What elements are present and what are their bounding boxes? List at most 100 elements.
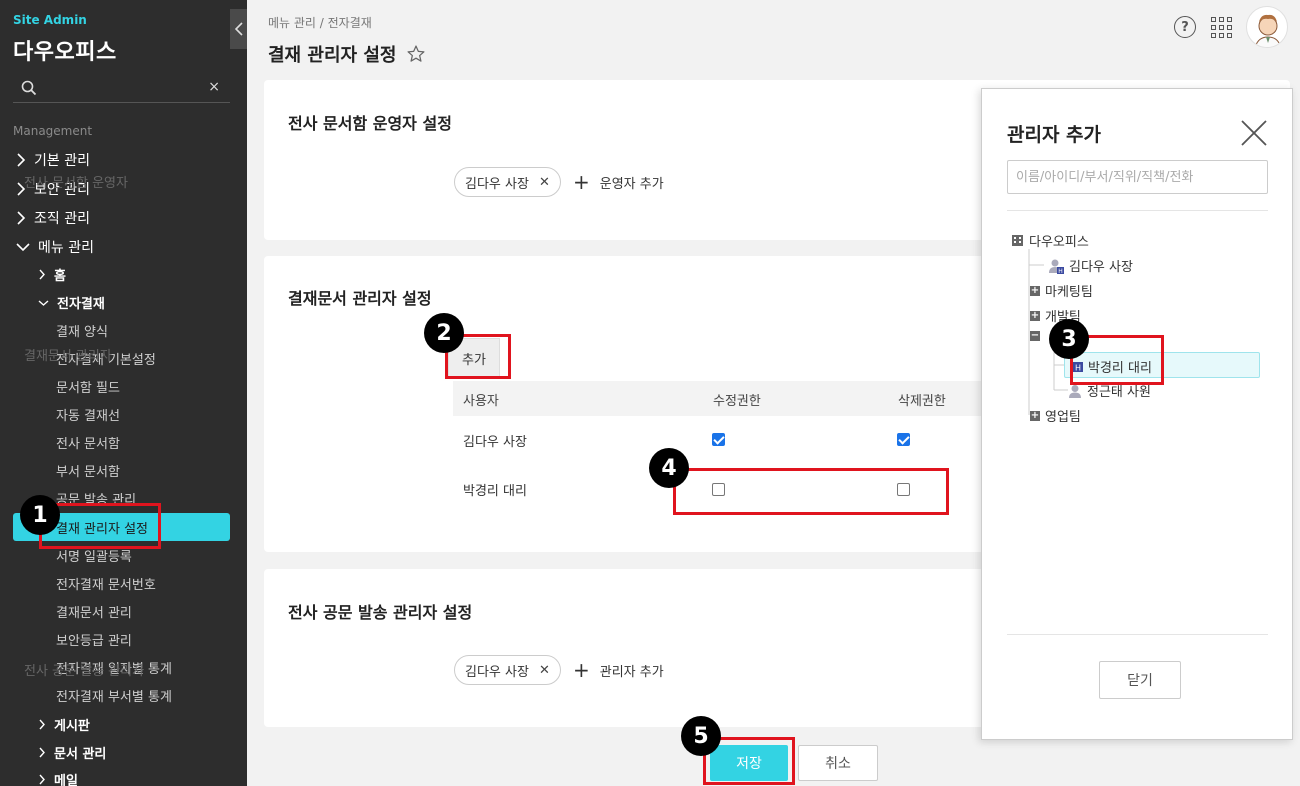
sidebar-leaf[interactable]: 문서함 필드 [56,377,120,396]
table-row: 김다우 사장 [453,422,983,462]
chevron-down-icon [38,299,49,306]
divider [1007,634,1268,635]
chevron-right-icon [17,211,26,225]
sidebar-sub-label: 문서 관리 [54,747,107,762]
star-icon[interactable] [406,44,426,64]
section-label-management: Management [13,124,93,138]
sidebar-sub-docs[interactable]: 문서 관리 [38,743,106,762]
sidebar-item-label: 조직 관리 [34,211,90,227]
page-title-text: 결재 관리자 설정 [268,45,397,66]
tree-node-label: 영업팀 [1045,410,1081,425]
add-operator-label: 운영자 추가 [599,176,664,192]
tree-node-label: 마케팅팀 [1045,285,1093,300]
chevron-right-icon [39,774,45,785]
sidebar-leaf[interactable]: 전사 문서함 [56,433,120,452]
chevron-left-icon [234,22,243,36]
brand-logo-text: 다우오피스 [13,40,117,65]
sidebar-item-label: 기본 관리 [34,153,90,169]
user-chip-label: 김다우 사장 [465,664,529,680]
svg-text:H: H [1058,268,1063,274]
clear-search-icon[interactable]: × [208,79,220,95]
tree-node-label: 김다우 사장 [1069,260,1133,275]
section-title: 전사 문서함 운영자 설정 [288,114,452,133]
sidebar-leaf[interactable]: 전자결재 부서별 통계 [56,686,172,705]
tree-node-user[interactable]: H 김다우 사장 [1048,256,1133,275]
section-title: 결재문서 관리자 설정 [288,289,432,308]
sidebar-leaf[interactable]: 결재 양식 [56,321,108,340]
chevron-right-icon [39,747,45,758]
add-admin-link[interactable]: + 관리자 추가 [573,658,664,682]
user-icon: H [1049,259,1064,274]
tree-node-dept[interactable]: + 영업팀 [1030,406,1081,425]
user-avatar-icon [1254,14,1282,47]
annotation-badge: 5 [681,716,721,756]
column-header: 사용자 [463,394,499,409]
sidebar-leaf[interactable]: 결재문서 관리 [56,602,132,621]
annotation-badge: 2 [424,313,464,353]
help-icon[interactable]: ? [1174,16,1196,38]
user-chip-label: 김다우 사장 [465,176,529,192]
sidebar-sub-mail[interactable]: 메일 [38,770,78,786]
user-cell: 김다우 사장 [463,435,527,450]
column-header: 수정권한 [713,394,761,409]
sidebar-leaf[interactable]: 자동 결재선 [56,405,120,424]
avatar[interactable] [1246,6,1288,48]
user-cell: 박경리 대리 [463,484,527,499]
expand-icon[interactable]: + [1030,285,1040,296]
add-admin-label: 관리자 추가 [599,664,664,680]
apps-grid-icon[interactable] [1210,16,1232,38]
building-icon [1012,235,1023,246]
sidebar-sub-label: 게시판 [54,719,90,734]
add-admin-panel: 관리자 추가 다우오피스 H 김다우 사장 + 마케팅팀 + 개발팀 − H 박… [981,88,1293,740]
sidebar-sub-label: 홈 [54,269,66,284]
delete-permission-checkbox[interactable] [897,433,910,446]
sidebar-item-label: 메뉴 관리 [38,240,94,256]
tree-node-dept-expanded[interactable]: − [1030,331,1040,341]
sidebar-sub-approval[interactable]: 전자결재 [38,293,105,312]
chevron-right-icon [17,153,26,167]
chevron-down-icon [16,243,30,252]
sidebar-collapse-button[interactable] [230,9,247,49]
column-header: 삭제권한 [898,394,946,409]
header-actions: ? [1174,6,1288,48]
sidebar-item-basic[interactable]: 기본 관리 [16,150,90,170]
row-label: 전사 문서함 운영자 [24,176,128,191]
chevron-right-icon [39,719,45,730]
sidebar-sub-label: 전자결재 [57,297,105,312]
page-title: 결재 관리자 설정 [268,41,426,67]
close-panel-button[interactable]: 닫기 [1099,661,1181,699]
sidebar-sub-board[interactable]: 게시판 [38,715,90,734]
tree-node-label: 다우오피스 [1029,235,1089,250]
sidebar-leaf[interactable]: 부서 문서함 [56,461,120,480]
sidebar-leaf[interactable]: 보안등급 관리 [56,630,132,649]
chevron-right-icon [39,269,45,280]
sidebar-leaf[interactable]: 전자결재 문서번호 [56,574,156,593]
user-chip: 김다우 사장 ✕ [454,167,561,197]
cancel-button[interactable]: 취소 [798,745,878,781]
annotation-box [673,468,949,515]
expand-icon[interactable]: + [1030,310,1040,321]
collapse-icon[interactable]: − [1030,331,1040,341]
edit-permission-checkbox[interactable] [712,433,725,446]
user-icon [1069,384,1081,398]
sidebar-search[interactable]: × [13,74,230,103]
annotation-badge: 3 [1049,319,1089,359]
remove-chip-icon[interactable]: ✕ [539,663,550,678]
remove-chip-icon[interactable]: ✕ [539,175,550,190]
plus-icon: + [573,658,590,682]
sidebar-item-org[interactable]: 조직 관리 [16,208,90,228]
row-label: 결재문서 관리자 [24,349,112,364]
annotation-badge: 1 [20,495,60,535]
expand-icon[interactable]: + [1030,410,1040,421]
sidebar-item-menu[interactable]: 메뉴 관리 [16,237,94,257]
brand-subtitle: Site Admin [13,13,87,27]
add-operator-button[interactable]: + 운영자 추가 [573,170,664,194]
annotation-badge: 4 [649,448,689,488]
sidebar-sub-label: 메일 [54,774,78,786]
section-title: 전사 공문 발송 관리자 설정 [288,603,473,622]
search-icon [21,80,37,96]
sidebar-sub-home[interactable]: 홈 [38,265,66,284]
tree-node-root[interactable]: 다우오피스 [1011,231,1089,250]
tree-node-dept[interactable]: + 마케팅팀 [1030,281,1093,300]
breadcrumb: 메뉴 관리 / 전자결재 [268,16,372,30]
